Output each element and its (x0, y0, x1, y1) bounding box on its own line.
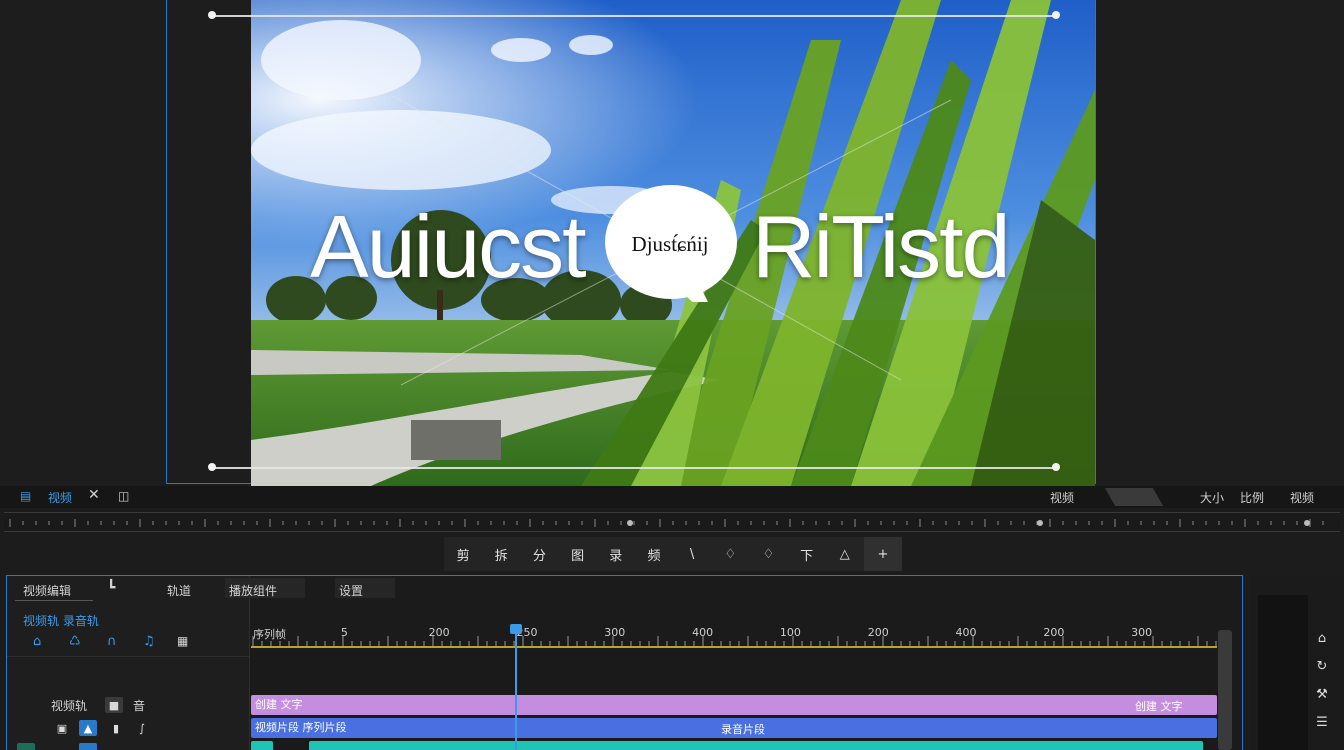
title-text-left[interactable]: Auiucst (310, 196, 587, 298)
transform-guide-top (212, 15, 1057, 17)
title-underline (15, 600, 93, 601)
track-label-audio: 音 (133, 699, 146, 713)
timeline-tick-label: 200 (428, 626, 450, 639)
divider (7, 656, 250, 657)
timeline-tick-label: 200 (1043, 626, 1065, 639)
timeline-scrollbar[interactable] (1218, 630, 1232, 750)
resize-handle-bottom-right[interactable] (1052, 463, 1060, 471)
timeline-title: 视频编辑 (23, 584, 72, 598)
title-text-right[interactable]: RiTistd (752, 196, 1011, 298)
video-editor: Auiucst RiTistd Djust́ɕńĳ ▤ 视频 ✕ ◫ 视频 大小… (0, 0, 1344, 750)
wrench-icon[interactable]: ⚒ (1310, 687, 1334, 705)
player-right-label-3[interactable]: 比例 (1240, 489, 1264, 506)
tab-settings[interactable]: 设置 (339, 582, 363, 599)
timeline-panel: 视频编辑 ┗ 轨道 视频轨 录音轨 ⌂ ♺ ∩ ♫ ▦ 视频轨 ■ 音 ▣ ▲ … (6, 575, 1243, 750)
tool-add[interactable]: + (863, 537, 903, 571)
list-icon[interactable]: ☰ (1310, 715, 1334, 733)
bubble-text[interactable]: Djust́ɕńĳ (604, 232, 736, 257)
clip-teal-start[interactable] (251, 741, 273, 750)
player-right-label-1[interactable]: 视频 (1050, 489, 1074, 506)
transform-guide-bottom (212, 467, 1057, 469)
timeline-tick-label: 200 (867, 626, 889, 639)
track-solo-icon[interactable]: ∫ (133, 720, 151, 736)
playhead[interactable] (515, 624, 517, 750)
track-label-video: 视频轨 (51, 699, 88, 713)
tool-segment[interactable]: 分 (520, 537, 558, 571)
tool-shape[interactable]: ♢ (711, 537, 749, 571)
home-icon[interactable]: ⌂ (1310, 631, 1334, 649)
right-panel-preview (1258, 595, 1308, 750)
track-active-toggle[interactable]: ▲ (79, 720, 97, 736)
clip-teal[interactable] (309, 741, 1203, 750)
right-panel: ⌂ ↻ ⚒ ☰ (1250, 575, 1344, 750)
track-color-swatch[interactable] (17, 743, 35, 750)
playhead-handle[interactable] (510, 624, 522, 634)
tab-player[interactable]: 播放组件 (229, 582, 277, 599)
player-label[interactable]: 视频 (48, 489, 72, 506)
clip-text[interactable]: 创建 文字 (251, 695, 1217, 715)
music-icon[interactable]: ♫ (143, 634, 155, 649)
preview-ruler[interactable] (4, 512, 1340, 532)
tool-split[interactable]: 拆 (482, 537, 520, 571)
refresh-icon[interactable]: ↻ (1310, 659, 1334, 677)
tool-download[interactable]: 下 (788, 537, 826, 571)
clip-video-label: 视频片段 序列片段 (255, 721, 347, 734)
player-right-label-2[interactable]: 大小 (1200, 489, 1224, 506)
clip-text-end-label: 创建 文字 (1135, 700, 1183, 713)
home-icon[interactable]: ⌂ (33, 634, 41, 649)
tool-line[interactable]: \ (673, 537, 711, 571)
track-toggle-2[interactable] (79, 743, 97, 750)
tool-audio[interactable]: 频 (635, 537, 673, 571)
clip-video-2-label: 录音片段 (721, 723, 765, 736)
clip-text-label: 创建 文字 (255, 698, 303, 711)
monitor-icon[interactable]: ▤ (20, 489, 31, 503)
timeline-ruler[interactable] (251, 624, 1217, 648)
resize-handle-top-right[interactable] (1052, 11, 1060, 19)
bracket-icon[interactable]: ┗ (107, 580, 115, 596)
fullscreen-toggle[interactable] (1104, 488, 1164, 506)
link-icon[interactable]: ♺ (69, 634, 81, 649)
timeline-tick-label: 300 (1131, 626, 1153, 639)
resize-handle-bottom-left[interactable] (208, 463, 216, 471)
timeline-tick-label: 400 (692, 626, 714, 639)
crop-icon[interactable]: ◫ (118, 489, 129, 503)
timeline-tick-label: 5 (340, 626, 348, 639)
track-mute-icon[interactable]: ▮ (107, 720, 125, 736)
resize-handle-top-left[interactable] (208, 11, 216, 19)
tool-mask[interactable]: ♢ (749, 537, 787, 571)
tool-image[interactable]: 图 (559, 537, 597, 571)
track-lock-icon[interactable]: ■ (105, 697, 123, 713)
magnet-icon[interactable]: ∩ (107, 634, 117, 649)
timeline-tick-label: 400 (955, 626, 977, 639)
track-area: 创建 文字 创建 文字 视频片段 序列片段 录音片段 (251, 650, 1217, 750)
tab-tracks[interactable]: 轨道 (167, 582, 191, 599)
tool-cut[interactable]: 剪 (444, 537, 482, 571)
player-bar: ▤ 视频 ✕ ◫ 视频 大小 比例 视频 (0, 486, 1344, 508)
preview-panel: Auiucst RiTistd Djust́ɕńĳ (0, 0, 1344, 486)
timeline-tick-label: 300 (604, 626, 626, 639)
player-right-label-4[interactable]: 视频 (1290, 489, 1314, 506)
grid-icon[interactable]: ▦ (177, 634, 188, 648)
tool-record[interactable]: 录 (597, 537, 635, 571)
track-header: 视频编辑 ┗ 轨道 视频轨 录音轨 ⌂ ♺ ∩ ♫ ▦ 视频轨 ■ 音 ▣ ▲ … (7, 576, 250, 750)
edit-toolbar: 剪 拆 分 图 录 频 \ ♢ ♢ 下 △ + (444, 537, 903, 571)
close-icon[interactable]: ✕ (88, 487, 100, 503)
track-subheader: 视频轨 录音轨 (23, 614, 99, 628)
timeline-tick-label: 100 (779, 626, 801, 639)
track-visibility-icon[interactable]: ▣ (53, 720, 71, 736)
timeline-tick-label: 序列帧 (253, 628, 286, 641)
tool-triangle[interactable]: △ (826, 537, 864, 571)
